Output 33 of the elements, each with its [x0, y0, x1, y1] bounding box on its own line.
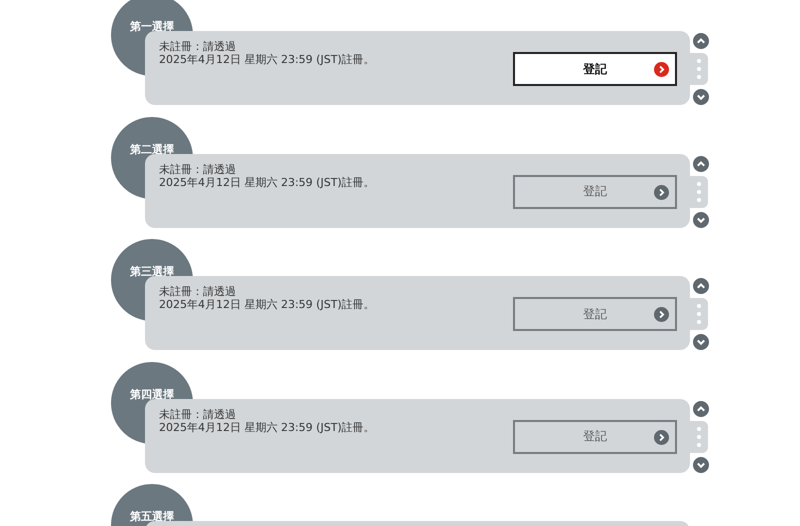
drag-handle-icon[interactable] [690, 298, 708, 330]
deadline-text: 2025年4月12日 星期六 23:59 (JST)註冊。 [159, 53, 376, 66]
chevron-right-icon [654, 307, 669, 322]
choice-label: 第一選擇 [130, 20, 174, 33]
register-button[interactable]: 登記 [513, 297, 677, 331]
status-text: 未註冊：請透過 [159, 162, 237, 176]
register-button[interactable]: 登記 [513, 174, 677, 208]
chevron-up-icon[interactable] [693, 156, 709, 172]
status-text: 未註冊：請透過 [159, 285, 237, 298]
drag-handle-icon[interactable] [690, 53, 708, 85]
deadline-text: 2025年4月12日 星期六 23:59 (JST)註冊。 [159, 420, 376, 434]
status-text: 未註冊：請透過 [159, 408, 237, 420]
chevron-down-icon[interactable] [693, 89, 709, 105]
deadline-text: 2025年4月12日 星期六 23:59 (JST)註冊。 [159, 176, 376, 188]
status-text: 未註冊：請透過 [159, 40, 237, 53]
chevron-up-icon[interactable] [693, 278, 709, 294]
chevron-up-icon[interactable] [693, 33, 709, 49]
choice-label: 第二選擇 [130, 142, 174, 156]
chevron-down-icon[interactable] [693, 212, 709, 228]
chevron-down-icon[interactable] [693, 456, 709, 472]
deadline-text: 2025年4月12日 星期六 23:59 (JST)註冊。 [159, 298, 376, 311]
choice-label: 第三選擇 [130, 265, 174, 278]
register-button[interactable]: 登記 [513, 52, 677, 86]
drag-handle-icon[interactable] [690, 420, 708, 452]
drag-handle-icon[interactable] [690, 176, 708, 208]
chevron-down-icon[interactable] [693, 334, 709, 350]
chevron-up-icon[interactable] [693, 400, 709, 416]
register-button[interactable]: 登記 [513, 420, 677, 454]
chevron-right-icon [654, 62, 669, 77]
choice-label: 第五選擇 [130, 510, 174, 523]
chevron-right-icon [654, 430, 669, 444]
chevron-right-icon [654, 184, 669, 200]
choice-label: 第四選擇 [130, 388, 174, 400]
